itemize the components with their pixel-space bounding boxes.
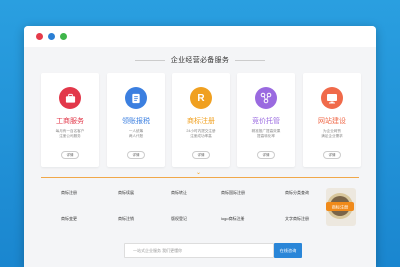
service-card-desc: 为企业网赞 满足企业需求: [303, 129, 361, 139]
trademark-link[interactable]: 商标注销: [118, 216, 134, 222]
monitor-icon: [321, 87, 343, 109]
service-card-desc: 一人统筹 两人代账: [107, 129, 165, 139]
service-card-desc-line: 注册成功率高: [190, 134, 212, 138]
service-card[interactable]: 领账报税一人统筹 两人代账 详情: [107, 73, 165, 167]
trademark-link[interactable]: 商标分类查询: [285, 190, 309, 196]
service-card-title: 网站建设: [318, 118, 346, 125]
trademark-link[interactable]: 文字商标注册: [285, 216, 309, 222]
titlebar: [24, 26, 376, 47]
briefcase-icon: [59, 87, 81, 109]
svg-text:商标注册: 商标注册: [332, 204, 349, 211]
details-button[interactable]: 详情: [323, 151, 341, 159]
maximize-dot[interactable]: [60, 33, 67, 40]
trademark-link[interactable]: 商标注册: [61, 190, 77, 196]
trademark-link[interactable]: 商标国际注册: [221, 190, 245, 196]
service-card[interactable]: 网站建设为企业网赞 满足企业需求 详情: [303, 73, 361, 167]
service-card-desc: 精准推广提高效果 提高转化率: [237, 129, 295, 139]
details-button[interactable]: 详情: [192, 151, 210, 159]
close-dot[interactable]: [36, 33, 43, 40]
trademark-link[interactable]: 商标转让: [171, 190, 187, 196]
trademark-link[interactable]: 商标变更: [61, 216, 77, 222]
trademark-badge: 商标注册: [326, 188, 356, 226]
trademark-link[interactable]: 商标续展: [118, 190, 134, 196]
service-card-title: 商标注册: [187, 118, 215, 125]
search-input[interactable]: 一站式企业服务 我们更懂你: [124, 243, 274, 258]
service-card[interactable]: 工商服务每月有一百名客户 注册公司服务 详情: [41, 73, 99, 167]
service-card-desc-line: 注册公司服务: [59, 134, 81, 138]
browser-window: 企业经营必备服务 工商服务 每月有一百名客户 注册公司服务 详情 领账报税 一人统筹 两人代…: [24, 26, 376, 267]
service-card-desc: 每月有一百名客户 注册公司服务: [41, 129, 99, 139]
service-card[interactable]: 竞价托管精准推广提高效果 提高转化率 详情: [237, 73, 295, 167]
service-card-desc-line: 满足企业需求: [321, 134, 343, 138]
service-card-title: 工商服务: [56, 118, 84, 125]
section-title-text: 企业经营必备服务: [170, 57, 230, 64]
r-icon: R: [190, 87, 212, 109]
details-button[interactable]: 详情: [127, 151, 145, 159]
service-card-desc: 24小时内提交注册 注册成功率高: [172, 129, 230, 139]
details-button[interactable]: 详情: [257, 151, 275, 159]
details-button[interactable]: 详情: [61, 151, 79, 159]
service-card[interactable]: R 商标注册 24小时内提交注册 注册成功率高 详情: [172, 73, 230, 167]
chevron-down-icon: ⌄: [196, 170, 202, 176]
service-cards: 工商服务 每月有一百名客户 注册公司服务 详情 领账报税 一人统筹 两人代账 详情 R 商标注册 2…: [41, 73, 361, 167]
trademark-link[interactable]: logo商标注册: [221, 216, 245, 222]
service-card-desc-line: 两人代账: [128, 134, 144, 138]
network-icon: [255, 87, 277, 109]
minimize-dot[interactable]: [48, 33, 55, 40]
service-card-title: 领账报税: [122, 118, 150, 125]
section-title: 企业经营必备服务: [24, 55, 376, 65]
doc-icon: [125, 87, 147, 109]
consult-button[interactable]: 在线咨询: [274, 243, 302, 258]
service-card-title: 竞价托管: [252, 118, 280, 125]
trademark-link[interactable]: 版权登记: [171, 216, 187, 222]
service-card-desc-line: 提高转化率: [257, 134, 275, 138]
